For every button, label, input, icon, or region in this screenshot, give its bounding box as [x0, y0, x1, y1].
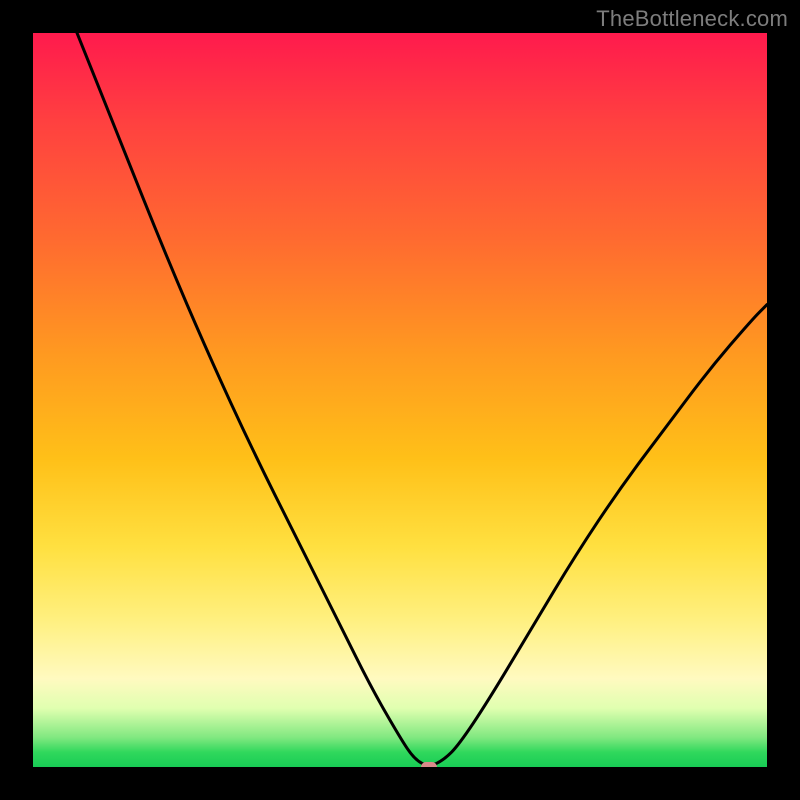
chart-container: TheBottleneck.com — [0, 0, 800, 800]
plot-area — [33, 33, 767, 767]
bottleneck-curve — [33, 33, 767, 767]
watermark-text: TheBottleneck.com — [596, 6, 788, 32]
